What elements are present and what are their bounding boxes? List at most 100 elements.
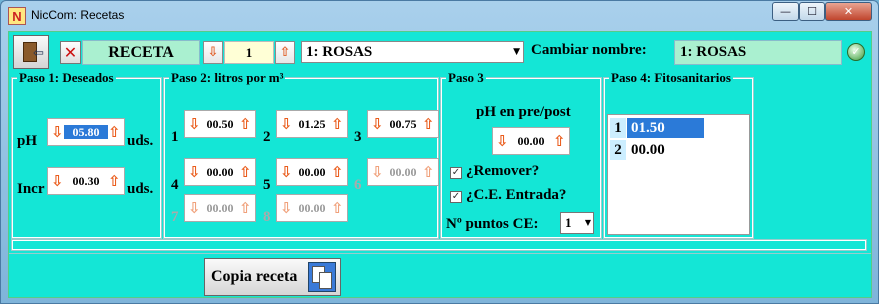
remover-checkbox[interactable]: ✓ — [450, 167, 462, 179]
maximize-button[interactable]: ☐ — [799, 2, 825, 21]
incr-value[interactable]: 00.30 — [64, 174, 108, 188]
dose-value: 00.00 — [206, 201, 234, 215]
ph-label: pH — [17, 133, 38, 149]
app-logo-icon: N — [8, 7, 26, 25]
dose-label-5: 5 — [263, 177, 271, 193]
dose-value[interactable]: 01.25 — [293, 117, 331, 131]
dose-spinner-6: ⇩ 00.00 ⇧ — [367, 158, 439, 186]
confirm-check-icon[interactable]: ✓ — [847, 43, 865, 61]
title-bar[interactable]: N NicCom: Recetas — ☐ ✕ — [1, 1, 878, 31]
increment-arrow-icon: ⇧ — [331, 199, 344, 217]
increment-arrow-icon[interactable]: ⇧ — [108, 171, 121, 191]
decrement-arrow-icon[interactable]: ⇩ — [51, 171, 64, 191]
increment-arrow-icon[interactable]: ⇧ — [239, 162, 252, 182]
dose-value: 00.00 — [389, 165, 417, 179]
dose-spinner-3[interactable]: ⇩ 00.75 ⇧ — [367, 110, 439, 138]
decrement-arrow-icon[interactable]: ⇩ — [371, 114, 384, 134]
increment-arrow-icon: ⇧ — [239, 199, 252, 217]
dose-label-2: 2 — [263, 129, 271, 145]
decrement-arrow-icon: ⇩ — [188, 199, 201, 217]
ph-prepost-value[interactable]: 00.00 — [509, 134, 553, 148]
puntos-ce-label: Nº puntos CE: — [446, 216, 539, 232]
copy-recipe-label: Copia receta — [211, 268, 298, 285]
increment-arrow-icon: ⇧ — [422, 163, 435, 181]
decrement-arrow-icon[interactable]: ⇩ — [280, 114, 293, 134]
list-item-index: 1 — [610, 118, 626, 138]
puntos-ce-value: 1 — [565, 215, 572, 230]
decrement-arrow-icon[interactable]: ⇩ — [51, 122, 64, 142]
recipe-select-value: 1: ROSAS — [306, 44, 373, 60]
list-item-value[interactable]: 01.50 — [627, 118, 704, 138]
ph-prepost-label: pH en pre/post — [476, 104, 571, 120]
page-front-shape — [319, 272, 332, 289]
ce-entrada-checkbox[interactable]: ✓ — [450, 191, 462, 203]
ph-spinner[interactable]: ⇩ 05.80 ⇧ — [47, 118, 125, 146]
paso1-title: Paso 1: Deseados — [17, 70, 116, 85]
app-window: N NicCom: Recetas — ☐ ✕ ⇦ ✕ RECETA ⇩ 1 ⇧… — [0, 0, 879, 304]
dose-label-6: 6 — [354, 177, 362, 193]
paso2-title: Paso 2: litros por m³ — [169, 70, 286, 85]
list-item[interactable]: 1 01.50 — [608, 118, 749, 138]
decrement-arrow-icon[interactable]: ⇩ — [496, 131, 509, 151]
dose-label-3: 3 — [354, 129, 362, 145]
recipe-prev-button[interactable]: ⇩ — [203, 41, 223, 64]
close-window-button[interactable]: ✕ — [825, 2, 872, 21]
paso1-group: Paso 1: Deseados — [11, 71, 162, 239]
rename-input[interactable]: 1: ROSAS — [674, 40, 842, 65]
minimize-button[interactable]: — — [772, 2, 799, 21]
increment-arrow-icon[interactable]: ⇧ — [553, 131, 566, 151]
dose-value[interactable]: 00.00 — [293, 165, 331, 179]
separator-strip — [11, 239, 867, 251]
increment-arrow-icon[interactable]: ⇧ — [108, 122, 121, 142]
list-item-value[interactable]: 00.00 — [627, 140, 669, 160]
dose-spinner-5[interactable]: ⇩ 00.00 ⇧ — [276, 158, 348, 186]
list-item-index: 2 — [610, 140, 626, 160]
recipe-number-field[interactable]: 1 — [224, 41, 274, 64]
dose-value[interactable]: 00.00 — [201, 165, 239, 179]
dose-spinner-1[interactable]: ⇩ 00.50 ⇧ — [184, 110, 256, 138]
increment-arrow-icon[interactable]: ⇧ — [331, 162, 344, 182]
ce-entrada-label: ¿C.E. Entrada? — [466, 187, 567, 203]
window-title: NicCom: Recetas — [31, 8, 125, 22]
incr-label: Incr — [17, 181, 45, 197]
dose-value[interactable]: 00.75 — [384, 117, 422, 131]
increment-arrow-icon[interactable]: ⇧ — [239, 114, 252, 134]
rename-label: Cambiar nombre: — [531, 42, 647, 58]
recipes-panel: ⇦ ✕ RECETA ⇩ 1 ⇧ 1: ROSAS ▼ Cambiar nomb… — [8, 31, 872, 298]
incr-unit: uds. — [127, 181, 154, 197]
dose-spinner-7: ⇩ 00.00 ⇧ — [184, 194, 256, 222]
recipe-select[interactable]: 1: ROSAS ▼ — [301, 41, 524, 63]
ph-value[interactable]: 05.80 — [64, 125, 108, 139]
decrement-arrow-icon[interactable]: ⇩ — [188, 162, 201, 182]
dose-label-8: 8 — [263, 209, 271, 225]
incr-spinner[interactable]: ⇩ 00.30 ⇧ — [47, 167, 125, 195]
increment-arrow-icon[interactable]: ⇧ — [331, 114, 344, 134]
list-item[interactable]: 2 00.00 — [608, 140, 749, 160]
divider — [9, 253, 871, 254]
decrement-arrow-icon[interactable]: ⇩ — [188, 114, 201, 134]
copy-recipe-button[interactable]: Copia receta — [204, 258, 341, 296]
dose-spinner-4[interactable]: ⇩ 00.00 ⇧ — [184, 158, 256, 186]
dose-spinner-8: ⇩ 00.00 ⇧ — [276, 194, 348, 222]
paso3-title: Paso 3 — [446, 70, 486, 85]
decrement-arrow-icon: ⇩ — [280, 199, 293, 217]
ph-prepost-spinner[interactable]: ⇩ 00.00 ⇧ — [492, 127, 570, 155]
ph-unit: uds. — [127, 133, 154, 149]
fitosanitarios-list[interactable]: 1 01.50 2 00.00 — [607, 114, 750, 235]
delete-recipe-button[interactable]: ✕ — [60, 41, 81, 64]
dose-spinner-2[interactable]: ⇩ 01.25 ⇧ — [276, 110, 348, 138]
puntos-ce-select[interactable]: 1 ▼ — [560, 212, 594, 234]
exit-button[interactable]: ⇦ — [13, 35, 49, 69]
chevron-down-icon: ▼ — [584, 218, 591, 227]
dose-value[interactable]: 00.50 — [201, 117, 239, 131]
dose-label-7: 7 — [171, 209, 179, 225]
decrement-arrow-icon[interactable]: ⇩ — [280, 162, 293, 182]
arrow-left-icon: ⇦ — [33, 46, 44, 61]
dose-value: 00.00 — [298, 201, 326, 215]
decrement-arrow-icon: ⇩ — [371, 163, 384, 181]
copy-icon — [308, 262, 336, 292]
remover-label: ¿Remover? — [466, 163, 540, 179]
recipe-next-button[interactable]: ⇧ — [275, 41, 295, 64]
chevron-down-icon: ▼ — [513, 47, 520, 57]
increment-arrow-icon[interactable]: ⇧ — [422, 114, 435, 134]
